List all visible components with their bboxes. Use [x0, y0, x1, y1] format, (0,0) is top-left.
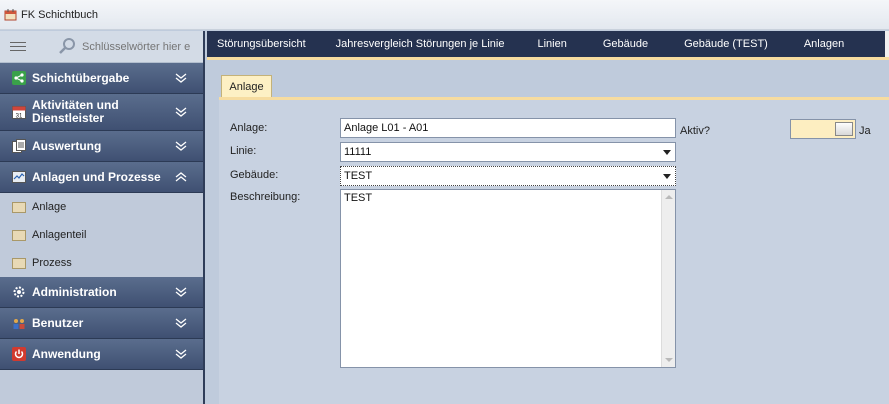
nav-group-anwendung[interactable]: Anwendung	[0, 339, 203, 370]
table-icon	[12, 257, 26, 269]
sidebar-item-label: Anlage	[32, 201, 67, 213]
nav-group-label: Anlagen und Prozesse	[32, 169, 161, 184]
tab-stoerungsuebersicht[interactable]: Störungsübersicht	[207, 31, 316, 57]
title-bar: FK Schichtbuch	[0, 0, 889, 30]
sidebar-item-label: Prozess	[32, 257, 72, 269]
documents-icon	[12, 139, 26, 153]
chevron-down-icon	[175, 349, 187, 359]
tab-gebaeude-test[interactable]: Gebäude (TEST)	[666, 31, 786, 57]
search-input[interactable]	[82, 40, 192, 53]
chevron-down-icon	[175, 318, 187, 328]
tab-anlage-form[interactable]: Anlage	[221, 75, 272, 98]
app-icon	[4, 9, 17, 21]
share-icon	[12, 71, 26, 85]
nav-group-administration[interactable]: Administration	[0, 277, 203, 308]
nav-group-label: Anwendung	[32, 346, 101, 361]
dropdown-arrow-icon[interactable]	[663, 174, 671, 179]
tab-bar-edge	[885, 31, 889, 57]
chevron-down-icon	[175, 107, 187, 117]
tab-gebaeude[interactable]: Gebäude	[585, 31, 666, 57]
sidebar-item-anlage[interactable]: Anlage	[0, 193, 203, 221]
chevron-down-icon	[175, 73, 187, 83]
nav-group-label: Benutzer	[32, 315, 84, 330]
aktiv-toggle[interactable]	[790, 119, 856, 139]
chevron-down-icon	[175, 287, 187, 297]
scroll-down-icon[interactable]	[665, 358, 673, 362]
document-tab-bar: Störungsübersicht Jahresvergleich Störun…	[207, 31, 889, 57]
dropdown-arrow-icon[interactable]	[663, 150, 671, 155]
tab-jahresvergleich[interactable]: Jahresvergleich Störungen je Linie	[316, 31, 520, 57]
sidebar: Schichtübergabe 31 Aktivitäten und Diens…	[0, 31, 205, 404]
linie-select[interactable]: 11111	[340, 142, 676, 162]
nav-group-auswertung[interactable]: Auswertung	[0, 131, 203, 162]
beschreibung-textarea[interactable]: TEST	[340, 189, 676, 368]
linie-value: 11111	[344, 146, 372, 158]
search-row	[0, 31, 203, 63]
chart-icon	[12, 171, 26, 183]
nav-group-aktivitaeten[interactable]: 31 Aktivitäten und Dienstleister	[0, 94, 203, 131]
nav-group-label: Aktivitäten und Dienstleister	[32, 98, 119, 125]
gebaeude-select[interactable]: TEST	[340, 166, 676, 186]
gebaeude-value: TEST	[344, 170, 373, 182]
aktiv-label: Aktiv?	[680, 125, 710, 137]
chevron-up-icon	[175, 172, 187, 182]
textarea-scrollbar[interactable]	[661, 190, 675, 367]
svg-text:31: 31	[16, 114, 23, 120]
menu-icon[interactable]	[0, 31, 36, 63]
table-icon	[12, 229, 26, 241]
anlage-value: Anlage L01 - A01	[344, 122, 429, 134]
search-icon	[59, 37, 75, 54]
nav-group-label: Auswertung	[32, 138, 102, 153]
table-icon	[12, 201, 26, 213]
nav-group-label: Schichtübergabe	[32, 70, 130, 85]
sidebar-item-anlagenteil[interactable]: Anlagenteil	[0, 221, 203, 249]
gebaeude-label: Gebäude:	[230, 169, 279, 181]
sidebar-item-prozess[interactable]: Prozess	[0, 249, 203, 277]
nav-group-schichtuebergabe[interactable]: Schichtübergabe	[0, 63, 203, 94]
anlage-field[interactable]: Anlage L01 - A01	[340, 118, 676, 138]
chevron-down-icon	[175, 141, 187, 151]
scroll-up-icon[interactable]	[665, 195, 673, 199]
users-icon	[13, 319, 25, 329]
nav-group-benutzer[interactable]: Benutzer	[0, 308, 203, 339]
beschreibung-value: TEST	[344, 192, 373, 204]
form-panel: Anlage: Anlage L01 - A01 Aktiv? Ja Linie…	[219, 97, 889, 404]
beschreibung-label: Beschreibung:	[230, 191, 301, 203]
toggle-knob[interactable]	[835, 122, 853, 136]
sidebar-item-label: Anlagenteil	[32, 229, 87, 241]
gear-icon	[13, 286, 25, 298]
nav-group-anlagen-und-prozesse[interactable]: Anlagen und Prozesse	[0, 162, 203, 193]
tab-anlagen[interactable]: Anlagen	[786, 31, 862, 57]
calendar-icon: 31	[12, 106, 26, 120]
tab-linien[interactable]: Linien	[519, 31, 584, 57]
linie-label: Linie:	[230, 145, 257, 157]
power-icon	[12, 347, 26, 361]
aktiv-value: Ja	[859, 125, 871, 137]
main-content: Anlage Anlage: Anlage L01 - A01 Aktiv? J…	[207, 57, 889, 404]
window-title: FK Schichtbuch	[21, 8, 99, 21]
anlage-label: Anlage:	[230, 122, 268, 134]
nav-group-label: Administration	[32, 284, 117, 299]
